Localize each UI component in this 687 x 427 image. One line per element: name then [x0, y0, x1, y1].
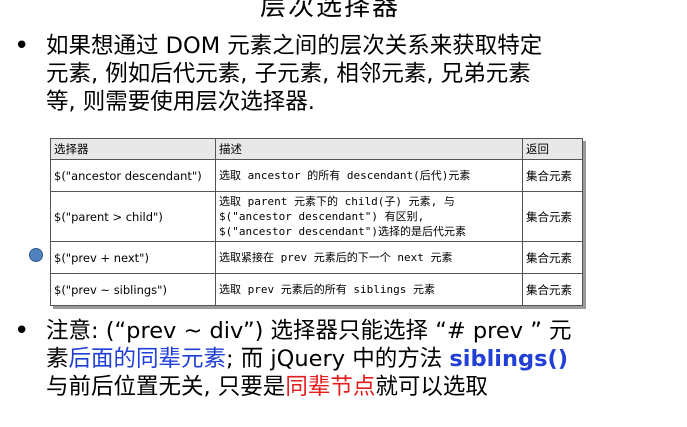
table-header-row: 选择器 描述 返回 — [50, 138, 583, 160]
desc-line: 选取紧接在 prev 元素后的下一个 next 元素 — [219, 251, 453, 264]
cell-return: 集合元素 — [522, 191, 583, 242]
highlight-siblings-text: 后面的同辈元素 — [68, 346, 227, 372]
table-row: $("prev + next") 选取紧接在 prev 元素后的下一个 next… — [50, 241, 583, 274]
note-line-1: 注意: (“prev ~ div”) 选择器只能选择 “# prev ” 元 — [46, 318, 572, 344]
desc-line: 选取 prev 元素后的所有 siblings 元素 — [219, 283, 435, 296]
cell-description: 选取紧接在 prev 元素后的下一个 next 元素 — [215, 241, 523, 274]
row-marker-dot — [29, 248, 43, 262]
cell-return: 集合元素 — [522, 241, 583, 274]
intro-line-2: 元素, 例如后代元素, 子元素, 相邻元素, 兄弟元素 — [46, 61, 531, 87]
desc-line: $("ancestor descendant")选择的是后代元素 — [219, 225, 466, 238]
header-description: 描述 — [215, 138, 523, 160]
cell-return: 集合元素 — [522, 273, 583, 306]
table-row: $("prev ~ siblings") 选取 prev 元素后的所有 sibl… — [50, 273, 583, 306]
note-line-3: 与前后位置无关, 只要是同辈节点就可以选取 — [46, 373, 488, 401]
cell-selector: $("parent > child") — [50, 191, 216, 242]
header-selector: 选择器 — [50, 138, 216, 160]
desc-line: 选取 parent 元素下的 child(子) 元素, 与 — [219, 195, 455, 208]
cell-description: 选取 parent 元素下的 child(子) 元素, 与 $("ancesto… — [215, 191, 523, 242]
cell-return: 集合元素 — [522, 159, 583, 192]
header-return: 返回 — [522, 138, 583, 160]
note-text: 素 — [46, 346, 69, 372]
intro-line-3: 等, 则需要使用层次选择器. — [46, 89, 315, 115]
bullet-marker: • — [14, 31, 30, 61]
desc-line: $("ancestor descendant") 有区别, — [219, 210, 425, 223]
desc-line: 选取 ancestor 的所有 descendant(后代)元素 — [219, 169, 471, 182]
bullet-marker: • — [14, 316, 30, 346]
cell-description: 选取 prev 元素后的所有 siblings 元素 — [215, 273, 523, 306]
note-text: 就可以选取 — [375, 374, 488, 400]
siblings-method-text: siblings() — [449, 346, 569, 372]
intro-line-1: 如果想通过 DOM 元素之间的层次关系来获取特定 — [46, 33, 543, 59]
cell-selector: $("prev ~ siblings") — [50, 273, 216, 306]
slide-title: 层次选择器 — [260, 0, 401, 22]
cell-selector: $("prev + next") — [50, 241, 216, 274]
note-text: 与前后位置无关, 只要是 — [46, 374, 286, 400]
selector-table: 选择器 描述 返回 $("ancestor descendant") 选取 an… — [50, 138, 583, 306]
note-text: ; 而 jQuery 中的方法 — [226, 346, 450, 372]
cell-description: 选取 ancestor 的所有 descendant(后代)元素 — [215, 159, 523, 192]
highlight-sibling-nodes-text: 同辈节点 — [285, 374, 376, 400]
table-row: $("parent > child") 选取 parent 元素下的 child… — [50, 191, 583, 242]
table-row: $("ancestor descendant") 选取 ancestor 的所有… — [50, 159, 583, 192]
note-line-2: 素后面的同辈元素; 而 jQuery 中的方法 siblings() — [46, 345, 568, 373]
cell-selector: $("ancestor descendant") — [50, 159, 216, 192]
